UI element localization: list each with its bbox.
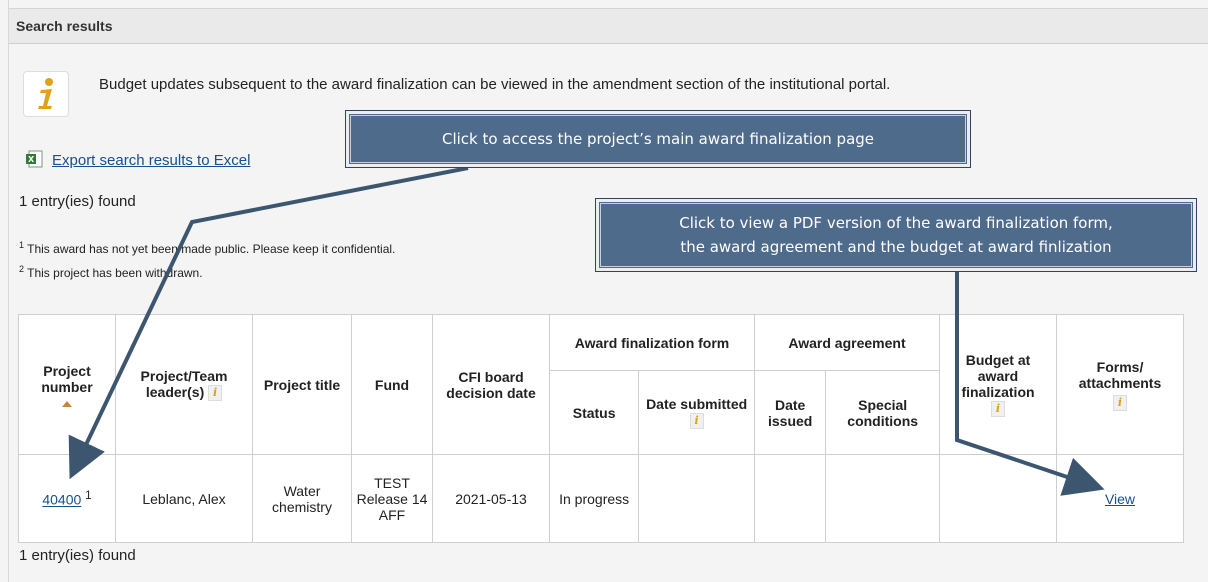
arrow-to-view-link [955, 268, 1105, 496]
arrow-to-project-number [68, 166, 469, 480]
annotation-arrows [68, 166, 1105, 496]
callout-pdf-view: Click to view a PDF version of the award… [595, 198, 1197, 272]
callout-project-page: Click to access the project’s main award… [345, 110, 971, 168]
